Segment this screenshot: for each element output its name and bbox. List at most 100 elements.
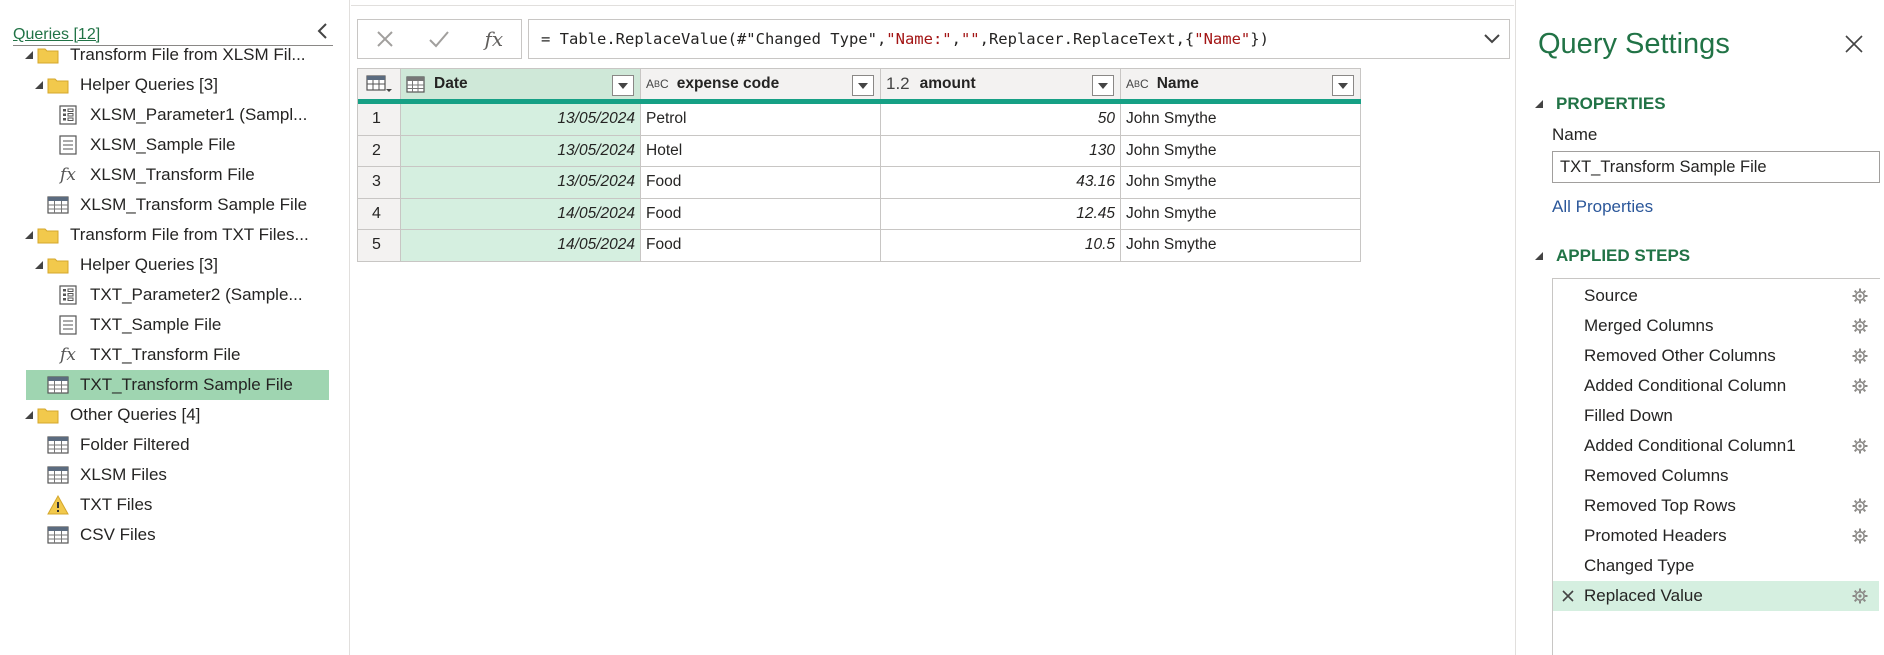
query-item[interactable]: TXT_Sample File	[0, 310, 330, 340]
table-cell[interactable]: Petrol	[641, 104, 881, 135]
query-item[interactable]: fx TXT_Transform File	[0, 340, 330, 370]
commit-formula-button[interactable]	[412, 20, 466, 58]
applied-step[interactable]: Removed Columns	[1553, 461, 1879, 491]
table-menu-button[interactable]	[358, 69, 401, 99]
table-icon	[46, 435, 70, 455]
query-name-field[interactable]: TXT_Transform Sample File	[1552, 151, 1880, 183]
query-group[interactable]: Helper Queries [3]	[0, 70, 330, 100]
table-row[interactable]: 3 13/05/2024 Food 43.16 John Smythe	[358, 167, 1361, 199]
all-properties-link[interactable]: All Properties	[1552, 197, 1653, 217]
table-row[interactable]: 2 13/05/2024 Hotel 130 John Smythe	[358, 135, 1361, 167]
query-item[interactable]: CSV Files	[0, 520, 330, 550]
text-type-icon[interactable]: ABC	[1126, 77, 1149, 91]
column-header-date[interactable]: Date	[401, 69, 641, 99]
applied-steps-section-header[interactable]: APPLIED STEPS	[1534, 246, 1690, 266]
applied-step[interactable]: Filled Down	[1553, 401, 1879, 431]
query-item[interactable]: XLSM_Parameter1 (Sampl...	[0, 100, 330, 130]
query-label: XLSM_Transform Sample File	[80, 195, 308, 214]
column-header-amount[interactable]: 1.2 amount	[881, 69, 1121, 99]
table-cell[interactable]: 14/05/2024	[401, 198, 641, 229]
table-cell[interactable]: John Smythe	[1121, 135, 1361, 166]
query-label: Helper Queries [3]	[80, 75, 218, 94]
filter-dropdown-button[interactable]	[1092, 75, 1114, 96]
row-number[interactable]: 1	[358, 104, 401, 135]
query-item[interactable]: Folder Filtered	[0, 430, 330, 460]
filter-dropdown-button[interactable]	[1332, 75, 1354, 96]
applied-step[interactable]: Added Conditional Column1	[1553, 431, 1879, 461]
formula-input[interactable]: = Table.ReplaceValue(#"Changed Type","Na…	[528, 19, 1510, 59]
applied-step[interactable]: Source	[1553, 281, 1879, 311]
gear-icon[interactable]	[1851, 377, 1869, 395]
table-cell[interactable]: 13/05/2024	[401, 167, 641, 198]
query-item[interactable]: fx XLSM_Transform File	[0, 160, 330, 190]
expand-caret-icon[interactable]	[34, 260, 44, 270]
query-group[interactable]: Other Queries [4]	[0, 400, 330, 430]
applied-step[interactable]: Removed Top Rows	[1553, 491, 1879, 521]
gear-icon[interactable]	[1851, 497, 1869, 515]
table-cell[interactable]: John Smythe	[1121, 104, 1361, 135]
query-item[interactable]: XLSM_Sample File	[0, 130, 330, 160]
gear-icon[interactable]	[1851, 587, 1869, 605]
table-cell[interactable]: John Smythe	[1121, 230, 1361, 261]
query-item[interactable]: TXT_Transform Sample File	[26, 370, 329, 400]
text-type-icon[interactable]: ABC	[646, 77, 669, 91]
table-cell[interactable]: 13/05/2024	[401, 104, 641, 135]
gear-icon[interactable]	[1851, 347, 1869, 365]
query-group[interactable]: Transform File from TXT Files...	[0, 220, 330, 250]
chevron-down-icon[interactable]	[1481, 28, 1503, 50]
query-item[interactable]: TXT Files	[0, 490, 330, 520]
table-cell[interactable]: Food	[641, 198, 881, 229]
table-cell[interactable]: Food	[641, 167, 881, 198]
table-cell[interactable]: John Smythe	[1121, 167, 1361, 198]
filter-dropdown-button[interactable]	[612, 75, 634, 96]
table-cell[interactable]: 43.16	[881, 167, 1121, 198]
table-cell[interactable]: 13/05/2024	[401, 135, 641, 166]
expand-caret-icon[interactable]	[24, 50, 34, 60]
delete-step-icon[interactable]	[1561, 589, 1575, 603]
query-item[interactable]: XLSM_Transform Sample File	[0, 190, 330, 220]
column-header-expense-code[interactable]: ABC expense code	[641, 69, 881, 99]
row-number[interactable]: 3	[358, 167, 401, 198]
column-header-name[interactable]: ABC Name	[1121, 69, 1361, 99]
query-label: TXT_Parameter2 (Sample...	[90, 285, 303, 304]
calendar-icon[interactable]	[406, 75, 426, 93]
query-item[interactable]: XLSM Files	[0, 460, 330, 490]
table-cell[interactable]: 12.45	[881, 198, 1121, 229]
table-cell[interactable]: Hotel	[641, 135, 881, 166]
applied-step[interactable]: Merged Columns	[1553, 311, 1879, 341]
expand-caret-icon[interactable]	[34, 80, 44, 90]
applied-step[interactable]: Changed Type	[1553, 551, 1879, 581]
table-cell[interactable]: 130	[881, 135, 1121, 166]
close-icon[interactable]	[1844, 34, 1866, 56]
table-cell[interactable]: Food	[641, 230, 881, 261]
row-number[interactable]: 4	[358, 198, 401, 229]
expand-caret-icon[interactable]	[24, 410, 34, 420]
gear-icon[interactable]	[1851, 317, 1869, 335]
query-item[interactable]: TXT_Parameter2 (Sample...	[0, 280, 330, 310]
table-row[interactable]: 5 14/05/2024 Food 10.5 John Smythe	[358, 230, 1361, 262]
table-row[interactable]: 4 14/05/2024 Food 12.45 John Smythe	[358, 198, 1361, 230]
query-group[interactable]: Helper Queries [3]	[0, 250, 330, 280]
row-number[interactable]: 5	[358, 230, 401, 261]
applied-step[interactable]: Removed Other Columns	[1553, 341, 1879, 371]
applied-step[interactable]: Promoted Headers	[1553, 521, 1879, 551]
gear-icon[interactable]	[1851, 287, 1869, 305]
gear-icon[interactable]	[1851, 437, 1869, 455]
expand-caret-icon[interactable]	[24, 230, 34, 240]
parameter-icon	[56, 285, 80, 305]
filter-dropdown-button[interactable]	[852, 75, 874, 96]
table-cell[interactable]: 14/05/2024	[401, 230, 641, 261]
query-group[interactable]: Transform File from XLSM Fil...	[0, 40, 330, 70]
row-number[interactable]: 2	[358, 135, 401, 166]
cancel-formula-button[interactable]	[358, 20, 412, 58]
applied-step[interactable]: Replaced Value	[1553, 581, 1879, 611]
decimal-type-icon[interactable]: 1.2	[886, 74, 910, 94]
table-cell[interactable]: 50	[881, 104, 1121, 135]
properties-section-header[interactable]: PROPERTIES	[1534, 94, 1666, 114]
table-cell[interactable]: 10.5	[881, 230, 1121, 261]
insert-function-button[interactable]: fx	[467, 20, 521, 58]
applied-step[interactable]: Added Conditional Column	[1553, 371, 1879, 401]
table-cell[interactable]: John Smythe	[1121, 198, 1361, 229]
gear-icon[interactable]	[1851, 527, 1869, 545]
table-row[interactable]: 1 13/05/2024 Petrol 50 John Smythe	[358, 104, 1361, 136]
